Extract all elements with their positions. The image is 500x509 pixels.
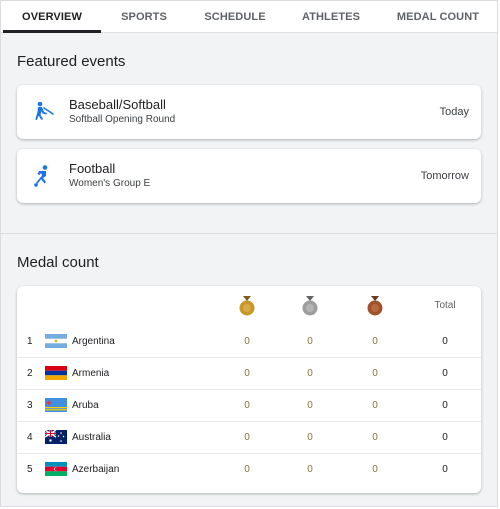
australia-flag-icon bbox=[45, 430, 67, 444]
total-column-header: Total bbox=[434, 300, 456, 311]
table-row[interactable]: 1 Argentina 0 0 0 0 bbox=[17, 326, 481, 357]
rank-cell: 3 bbox=[27, 400, 33, 411]
silver-count: 0 bbox=[307, 464, 313, 475]
table-row[interactable]: 5 Azerbaijan 0 0 0 0 bbox=[17, 453, 481, 485]
total-count: 0 bbox=[442, 432, 448, 443]
bronze-count: 0 bbox=[372, 368, 378, 379]
bronze-count: 0 bbox=[372, 400, 378, 411]
tab-sports[interactable]: SPORTS bbox=[101, 1, 187, 32]
tab-athletes[interactable]: ATHLETES bbox=[283, 1, 379, 32]
medal-table: Total 1 Argentina 0 0 0 0 2 Armenia 0 0 … bbox=[17, 286, 481, 493]
event-time-label: Tomorrow bbox=[420, 170, 469, 182]
silver-medal-icon bbox=[290, 296, 330, 316]
total-count: 0 bbox=[442, 464, 448, 475]
country-name: Argentina bbox=[72, 336, 115, 347]
tab-medal-count[interactable]: MEDAL COUNT bbox=[379, 1, 497, 32]
bronze-count: 0 bbox=[372, 464, 378, 475]
table-row[interactable]: 4 Australia 0 0 0 0 bbox=[17, 421, 481, 453]
country-name: Azerbaijan bbox=[72, 464, 120, 475]
event-detail-label: Softball Opening Round bbox=[69, 114, 176, 125]
event-sport-label: Baseball/Softball bbox=[69, 97, 166, 112]
gold-count: 0 bbox=[244, 464, 250, 475]
bronze-count: 0 bbox=[372, 336, 378, 347]
football-icon bbox=[17, 164, 69, 188]
olympics-panel: OVERVIEW SPORTS SCHEDULE ATHLETES MEDAL … bbox=[0, 0, 498, 507]
rank-cell: 1 bbox=[27, 336, 33, 347]
bronze-medal-icon bbox=[355, 296, 395, 316]
tab-bar: OVERVIEW SPORTS SCHEDULE ATHLETES MEDAL … bbox=[1, 1, 497, 33]
bronze-count: 0 bbox=[372, 432, 378, 443]
total-count: 0 bbox=[442, 336, 448, 347]
armenia-flag-icon bbox=[45, 366, 67, 380]
tab-schedule[interactable]: SCHEDULE bbox=[187, 1, 283, 32]
rank-cell: 4 bbox=[27, 432, 33, 443]
medal-table-header: Total bbox=[17, 286, 481, 326]
featured-events-list: Baseball/Softball Softball Opening Round… bbox=[1, 85, 497, 203]
rank-cell: 5 bbox=[27, 464, 33, 475]
silver-count: 0 bbox=[307, 336, 313, 347]
country-name: Aruba bbox=[72, 400, 99, 411]
baseball-icon bbox=[17, 100, 69, 124]
event-detail-label: Women's Group E bbox=[69, 178, 151, 189]
total-count: 0 bbox=[442, 400, 448, 411]
argentina-flag-icon bbox=[45, 334, 67, 348]
azerbaijan-flag-icon bbox=[45, 462, 67, 476]
total-count: 0 bbox=[442, 368, 448, 379]
gold-count: 0 bbox=[244, 400, 250, 411]
gold-count: 0 bbox=[244, 368, 250, 379]
country-name: Australia bbox=[72, 432, 111, 443]
featured-events-title: Featured events bbox=[17, 53, 126, 70]
rank-cell: 2 bbox=[27, 368, 33, 379]
event-time-label: Today bbox=[439, 106, 469, 118]
tab-overview[interactable]: OVERVIEW bbox=[3, 1, 101, 33]
country-name: Armenia bbox=[72, 368, 110, 379]
gold-medal-icon bbox=[227, 296, 267, 316]
event-sport-label: Football bbox=[69, 161, 116, 176]
silver-count: 0 bbox=[307, 400, 313, 411]
silver-count: 0 bbox=[307, 368, 313, 379]
silver-count: 0 bbox=[307, 432, 313, 443]
gold-count: 0 bbox=[244, 432, 250, 443]
medal-count-title: Medal count bbox=[17, 254, 99, 271]
aruba-flag-icon bbox=[45, 398, 67, 412]
table-row[interactable]: 2 Armenia 0 0 0 0 bbox=[17, 357, 481, 389]
event-card-baseball[interactable]: Baseball/Softball Softball Opening Round… bbox=[17, 85, 481, 139]
event-card-football[interactable]: Football Women's Group E Tomorrow bbox=[17, 149, 481, 203]
gold-count: 0 bbox=[244, 336, 250, 347]
table-row[interactable]: 3 Aruba 0 0 0 0 bbox=[17, 389, 481, 421]
